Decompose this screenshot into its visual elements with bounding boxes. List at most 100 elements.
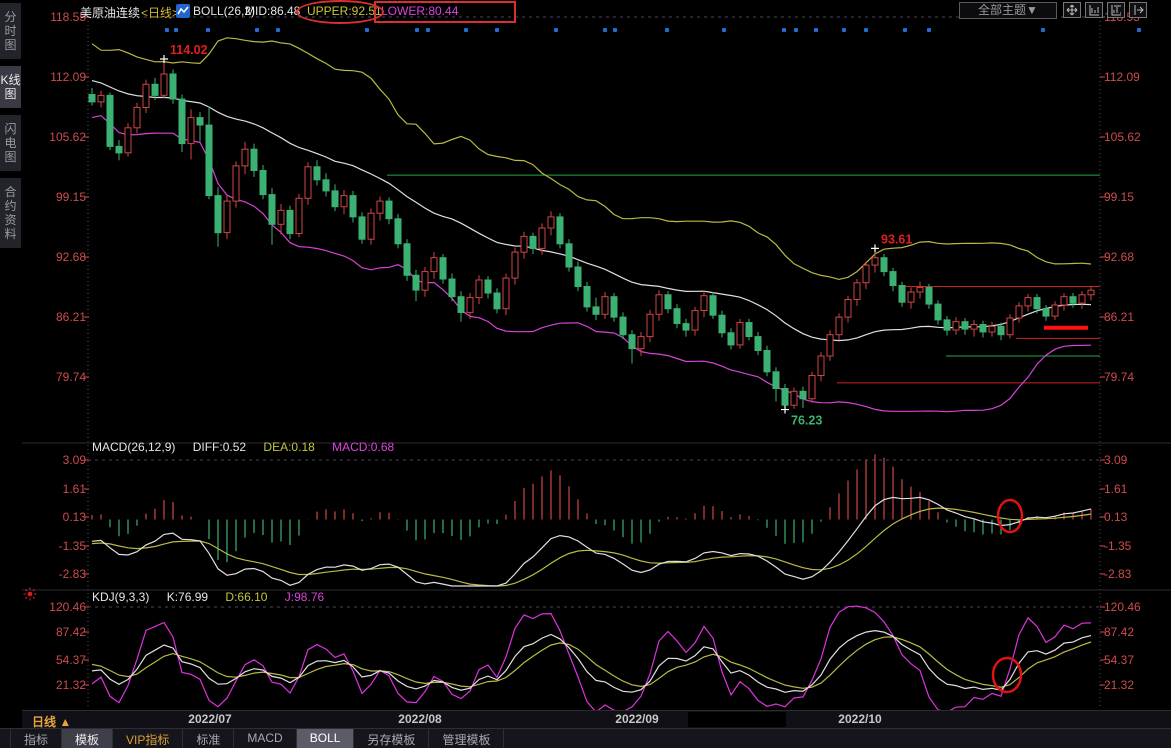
theme-selector-button[interactable]: 全部主题▼	[959, 2, 1057, 19]
tab-6[interactable]: 另存模板	[354, 729, 429, 748]
event-marker-dot	[464, 28, 468, 32]
sidebar-item-3[interactable]: 合约资料	[0, 178, 21, 248]
y-tick-label-right: 21.32	[1104, 678, 1168, 692]
kdj-k-line	[92, 631, 1091, 693]
candle-body	[881, 258, 887, 272]
candle-body	[359, 217, 365, 239]
pan-icon[interactable]	[1063, 2, 1081, 18]
macd-params-label: MACD(26,12,9)	[92, 440, 175, 454]
candle-body	[638, 337, 644, 349]
candle-body	[656, 295, 662, 315]
kdj-cross-circle	[993, 658, 1021, 692]
candle-body	[368, 213, 374, 239]
candle-body	[296, 198, 302, 233]
candle-body	[692, 311, 698, 331]
candle-body	[386, 201, 392, 219]
macd-dea-line	[92, 508, 1091, 586]
candle-body	[719, 315, 725, 333]
candle-body	[350, 196, 356, 217]
scale-x-axis-icon[interactable]	[1107, 2, 1125, 18]
candle-body	[1088, 290, 1094, 295]
candle-body	[440, 258, 446, 279]
sidebar-item-2[interactable]: 闪电图	[0, 115, 21, 171]
y-tick-label-left: 120.46	[24, 600, 86, 614]
y-tick-label-right: 112.09	[1104, 70, 1168, 84]
chart-header: 美原油连续 <日线> BOLL(26,2) MID:86.48 UPPER:92…	[0, 0, 1171, 24]
candle-body	[665, 295, 671, 309]
y-tick-label-left: 54.37	[24, 653, 86, 667]
y-tick-label-left: -1.35	[24, 539, 86, 553]
candle-body	[836, 317, 842, 335]
event-marker-dot	[927, 28, 931, 32]
macd-macd-value: MACD:0.68	[332, 440, 394, 454]
tab-1[interactable]: 模板	[62, 729, 113, 748]
candle-body	[944, 320, 950, 330]
shift-right-icon[interactable]	[1129, 2, 1147, 18]
candle-body	[971, 325, 977, 330]
tab-2[interactable]: VIP指标	[113, 729, 183, 748]
tab-5[interactable]: BOLL	[297, 729, 355, 748]
event-marker-dot	[665, 28, 669, 32]
candle-body	[98, 95, 104, 102]
y-tick-label-right: 105.62	[1104, 130, 1168, 144]
candle-body	[197, 118, 203, 125]
candle-body	[458, 297, 464, 313]
candle-body	[1079, 295, 1085, 303]
candle-body	[512, 252, 518, 278]
candle-body	[161, 74, 167, 95]
y-tick-label-right: -2.83	[1104, 567, 1168, 581]
x-tick-label: 2022/09	[602, 712, 672, 726]
candle-body	[1070, 297, 1076, 304]
candle-body	[260, 171, 266, 195]
candle-body	[116, 146, 122, 153]
y-tick-label-right: 86.21	[1104, 310, 1168, 324]
candle-body	[737, 323, 743, 345]
candle-body	[1052, 305, 1058, 316]
candle-body	[683, 324, 689, 331]
candle-body	[791, 391, 797, 405]
tab-4[interactable]: MACD	[234, 729, 296, 748]
candle-body	[764, 351, 770, 372]
scale-y-axis-icon[interactable]	[1085, 2, 1103, 18]
line-chart-icon	[176, 4, 190, 18]
y-tick-label-left: 1.61	[24, 482, 86, 496]
candle-body	[314, 167, 320, 180]
candle-body	[125, 128, 131, 153]
extreme-price-label: 76.23	[791, 414, 822, 428]
candle-body	[431, 258, 437, 272]
tab-7[interactable]: 管理模板	[429, 729, 504, 748]
candle-body	[323, 180, 329, 191]
kdj-params-label: KDJ(9,3,3)	[92, 590, 149, 604]
y-tick-label-left: 105.62	[24, 130, 86, 144]
y-tick-label-right: 54.37	[1104, 653, 1168, 667]
candle-body	[170, 74, 176, 99]
y-tick-label-right: 79.74	[1104, 370, 1168, 384]
x-tick-label: 2022/10	[825, 712, 895, 726]
macd-dea-value: DEA:0.18	[263, 440, 314, 454]
y-tick-label-left: 86.21	[24, 310, 86, 324]
event-marker-dot	[782, 28, 786, 32]
candle-body	[1061, 297, 1067, 305]
y-tick-label-right: 0.13	[1104, 510, 1168, 524]
candle-body	[584, 287, 590, 307]
candle-body	[134, 107, 140, 127]
candle-body	[899, 286, 905, 303]
tab-0[interactable]: 指标	[10, 729, 62, 748]
sidebar-item-1[interactable]: K线图	[0, 66, 21, 108]
candle-body	[827, 335, 833, 356]
y-tick-label-right: 99.15	[1104, 190, 1168, 204]
event-marker-dot	[864, 28, 868, 32]
candle-body	[530, 236, 536, 248]
candle-body	[422, 272, 428, 291]
candle-body	[620, 317, 626, 335]
tab-3[interactable]: 标准	[183, 729, 234, 748]
candle-body	[773, 372, 779, 389]
candle-body	[341, 196, 347, 207]
candle-body	[206, 125, 212, 196]
sun-marker-icon	[28, 592, 33, 597]
candle-body	[251, 149, 257, 170]
candle-body	[287, 210, 293, 233]
candle-body	[746, 323, 752, 337]
candle-body	[674, 309, 680, 324]
boll-mid-value: MID:86.48	[245, 4, 300, 18]
